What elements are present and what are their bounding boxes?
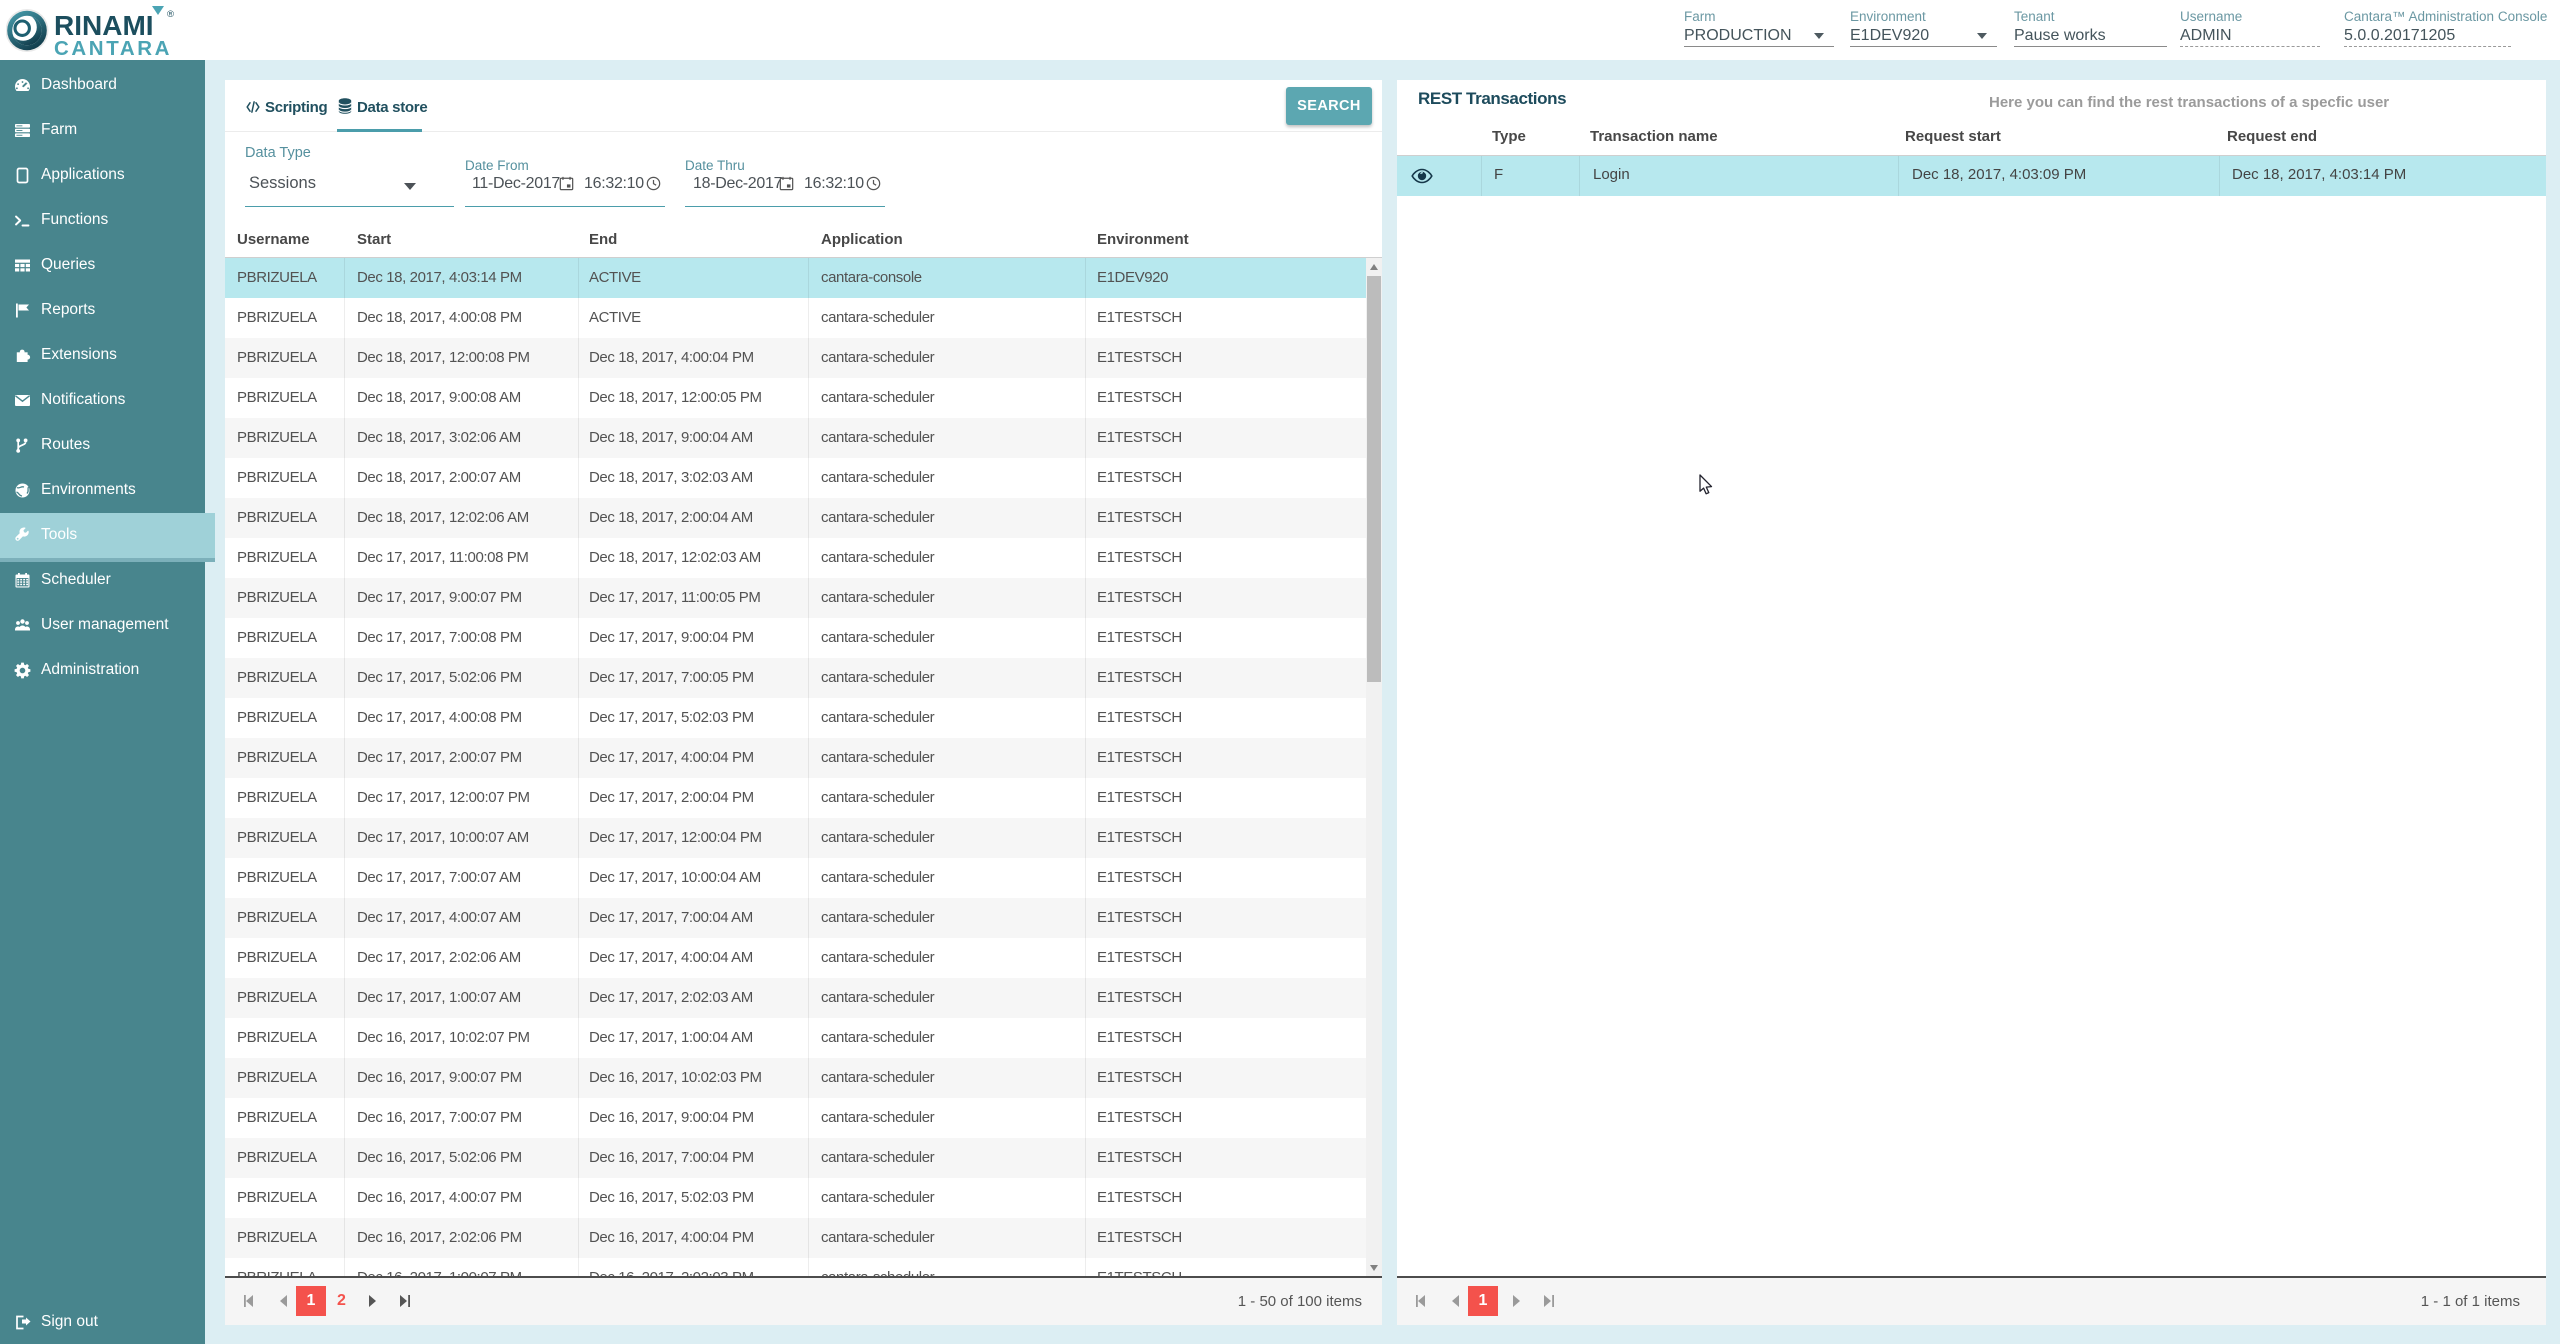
svg-text:®: ®: [167, 9, 174, 20]
svg-text:CANTARA: CANTARA: [54, 37, 172, 55]
